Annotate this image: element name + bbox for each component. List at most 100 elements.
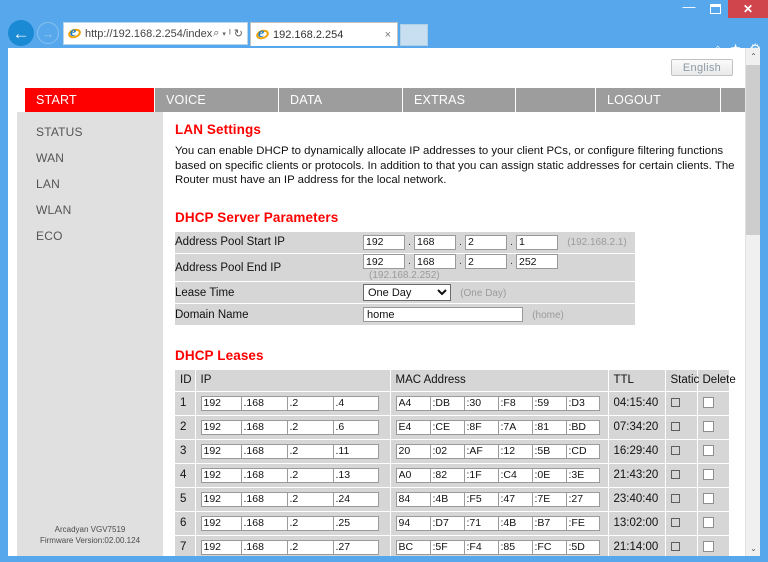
lease-delete-checkbox[interactable] (702, 397, 714, 409)
lease-mac-part-4[interactable] (497, 539, 532, 555)
lease-mac-part-2[interactable] (429, 443, 464, 459)
language-button[interactable]: English (671, 59, 733, 76)
maximize-button[interactable] (702, 0, 728, 18)
lease-mac-part-6[interactable] (565, 395, 600, 411)
lease-ip-octet-1[interactable] (200, 419, 241, 435)
lease-ip-octet-1[interactable] (200, 467, 241, 483)
lease-mac-part-4[interactable] (497, 443, 532, 459)
browser-tab[interactable]: e 192.168.2.254 × (250, 22, 398, 46)
close-button[interactable]: ✕ (728, 0, 768, 18)
new-tab-button[interactable] (400, 24, 428, 46)
scroll-down-button[interactable]: ⌄ (746, 540, 760, 556)
nav-tab-extras[interactable]: EXTRAS (403, 88, 516, 112)
lease-ip-octet-4[interactable] (332, 539, 379, 555)
lease-static-checkbox[interactable] (670, 494, 680, 504)
lease-static-checkbox[interactable] (670, 518, 680, 528)
nav-tab-start[interactable]: START (25, 88, 155, 112)
lease-ip-octet-2[interactable] (240, 395, 287, 411)
lease-mac-part-5[interactable] (531, 515, 566, 531)
lease-mac-part-2[interactable] (429, 395, 464, 411)
lease-mac-part-3[interactable] (463, 419, 498, 435)
lease-ip-octet-4[interactable] (332, 467, 379, 483)
lease-delete-checkbox[interactable] (702, 517, 714, 529)
compatibility-view-icon[interactable]: ᴵ (229, 28, 231, 40)
nav-tab-logout[interactable]: LOGOUT (596, 88, 721, 112)
lease-mac-part-1[interactable] (395, 443, 430, 459)
start-ip-octet-4[interactable] (516, 234, 558, 250)
lease-mac-part-4[interactable] (497, 467, 532, 483)
lease-ip-octet-3[interactable] (286, 395, 333, 411)
lease-static-checkbox[interactable] (670, 398, 680, 408)
lease-mac-part-2[interactable] (429, 515, 464, 531)
lease-ip-octet-1[interactable] (200, 443, 241, 459)
lease-ip-octet-1[interactable] (200, 395, 241, 411)
lease-mac-part-2[interactable] (429, 419, 464, 435)
back-button[interactable]: ← (8, 20, 34, 46)
sidebar-item-lan[interactable]: LAN (17, 171, 163, 197)
chevron-down-icon[interactable]: ▾ (222, 30, 226, 38)
lease-mac-part-6[interactable] (565, 443, 600, 459)
lease-ip-octet-3[interactable] (286, 491, 333, 507)
lease-mac-part-6[interactable] (565, 467, 600, 483)
sidebar-item-status[interactable]: STATUS (17, 119, 163, 145)
address-input[interactable]: http://192.168.2.254/index (85, 28, 213, 40)
lease-mac-part-1[interactable] (395, 539, 430, 555)
lease-ip-octet-4[interactable] (332, 515, 379, 531)
lease-ip-octet-3[interactable] (286, 539, 333, 555)
end-ip-octet-2[interactable] (414, 254, 456, 269)
lease-mac-part-3[interactable] (463, 515, 498, 531)
lease-mac-part-5[interactable] (531, 467, 566, 483)
lease-static-checkbox[interactable] (670, 422, 680, 432)
lease-static-checkbox[interactable] (670, 542, 680, 552)
end-ip-octet-3[interactable] (465, 254, 507, 269)
lease-mac-part-2[interactable] (429, 491, 464, 507)
lease-delete-checkbox[interactable] (702, 469, 714, 481)
lease-delete-checkbox[interactable] (702, 541, 714, 553)
lease-mac-part-3[interactable] (463, 443, 498, 459)
start-ip-octet-3[interactable] (465, 234, 507, 250)
lease-ip-octet-2[interactable] (240, 467, 287, 483)
nav-tab-voice[interactable]: VOICE (155, 88, 279, 112)
lease-mac-part-1[interactable] (395, 515, 430, 531)
lease-mac-part-5[interactable] (531, 395, 566, 411)
lease-mac-part-4[interactable] (497, 491, 532, 507)
lease-ip-octet-4[interactable] (332, 491, 379, 507)
lease-ip-octet-2[interactable] (240, 419, 287, 435)
lease-ip-octet-3[interactable] (286, 443, 333, 459)
lease-mac-part-5[interactable] (531, 539, 566, 555)
lease-time-select[interactable]: One Day (363, 284, 451, 301)
lease-delete-checkbox[interactable] (702, 421, 714, 433)
scrollbar-thumb[interactable] (746, 65, 760, 235)
lease-mac-part-5[interactable] (531, 443, 566, 459)
lease-mac-part-6[interactable] (565, 491, 600, 507)
start-ip-octet-1[interactable] (363, 234, 405, 250)
vertical-scrollbar[interactable]: ⌃ ⌄ (745, 48, 760, 556)
lease-ip-octet-3[interactable] (286, 419, 333, 435)
minimize-button[interactable]: — (676, 0, 702, 18)
lease-ip-octet-2[interactable] (240, 443, 287, 459)
search-icon[interactable]: ⌕ (213, 27, 219, 40)
lease-ip-octet-3[interactable] (286, 467, 333, 483)
lease-mac-part-1[interactable] (395, 467, 430, 483)
lease-static-checkbox[interactable] (670, 470, 680, 480)
lease-mac-part-2[interactable] (429, 467, 464, 483)
address-bar[interactable]: e http://192.168.2.254/index ⌕ ▾ ᴵ ↻ (63, 22, 248, 45)
lease-mac-part-6[interactable] (565, 515, 600, 531)
sidebar-item-wlan[interactable]: WLAN (17, 197, 163, 223)
lease-mac-part-4[interactable] (497, 515, 532, 531)
lease-ip-octet-2[interactable] (240, 539, 287, 555)
end-ip-octet-4[interactable] (516, 254, 558, 269)
start-ip-octet-2[interactable] (414, 234, 456, 250)
lease-delete-checkbox[interactable] (702, 445, 714, 457)
lease-mac-part-3[interactable] (463, 491, 498, 507)
lease-ip-octet-1[interactable] (200, 539, 241, 555)
lease-ip-octet-4[interactable] (332, 419, 379, 435)
lease-static-checkbox[interactable] (670, 446, 680, 456)
lease-mac-part-1[interactable] (395, 419, 430, 435)
lease-ip-octet-2[interactable] (240, 491, 287, 507)
lease-ip-octet-4[interactable] (332, 395, 379, 411)
forward-button[interactable]: → (37, 22, 59, 44)
lease-mac-part-3[interactable] (463, 395, 498, 411)
sidebar-item-wan[interactable]: WAN (17, 145, 163, 171)
lease-mac-part-6[interactable] (565, 539, 600, 555)
